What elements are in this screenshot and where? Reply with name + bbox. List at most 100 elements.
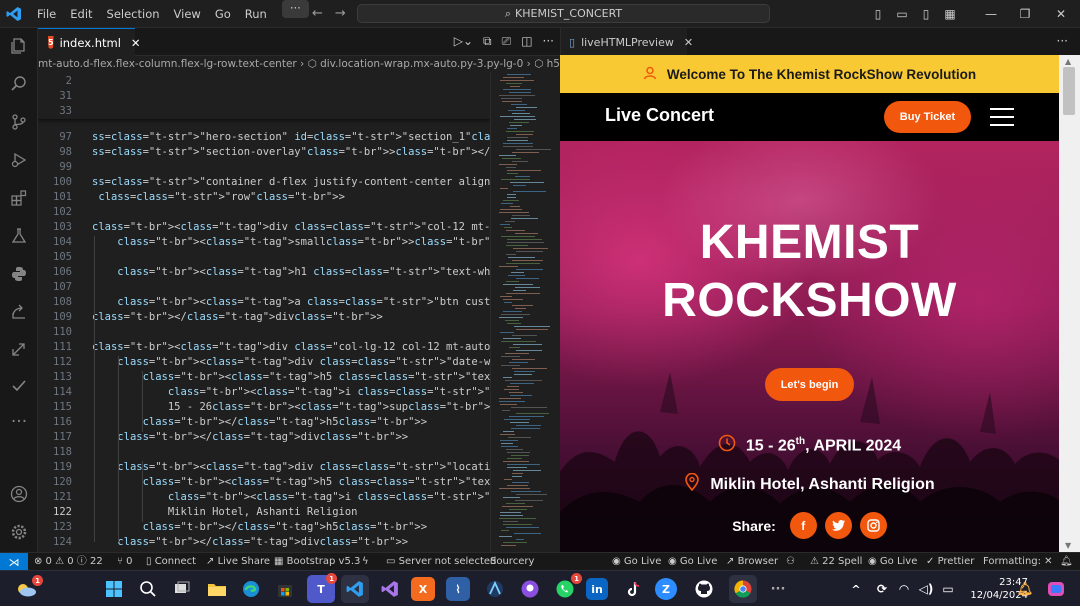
twitter-icon[interactable] [824, 512, 852, 539]
buy-ticket-button[interactable]: Buy Ticket [884, 101, 971, 133]
sync-icon[interactable]: ⟳ [871, 575, 893, 603]
connect-status[interactable]: ▯ Connect [146, 553, 196, 571]
command-center-search[interactable]: ⌕ KHEMIST_CONCERT [357, 4, 770, 23]
copilot-icon[interactable]: ⚇ [786, 553, 795, 571]
scroll-down-arrow-icon[interactable]: ▼ [1065, 541, 1071, 550]
nav-back-icon[interactable]: ← [312, 6, 323, 21]
checkmark-icon[interactable] [0, 370, 38, 402]
whatsapp-icon[interactable]: 1 [551, 573, 582, 603]
notification-bell-icon[interactable]: 🔔︎ [1014, 575, 1036, 603]
xampp-icon[interactable]: X [411, 577, 435, 601]
open-preview-icon[interactable]: ⧉ [483, 34, 492, 49]
teams-icon[interactable]: T 1 [307, 573, 337, 603]
customize-layout-icon[interactable]: ▦ [940, 7, 960, 21]
toggle-secondary-sidebar-icon[interactable]: ▯ [916, 7, 936, 21]
menu-run[interactable]: Run [238, 0, 274, 28]
tab-close-icon[interactable]: ✕ [684, 36, 693, 49]
extensions-icon[interactable] [0, 182, 38, 214]
source-control-icon[interactable] [0, 106, 38, 138]
toggle-preview-icon[interactable]: ⎚ [502, 34, 512, 49]
edge-browser-icon[interactable] [237, 575, 265, 603]
close-window-icon[interactable]: ✕ [1042, 7, 1080, 21]
tab-close-icon[interactable]: ✕ [131, 36, 141, 50]
testing-flask-icon[interactable] [0, 220, 38, 252]
remote-explorer-icon[interactable] [0, 334, 38, 366]
menu-go[interactable]: Go [208, 0, 238, 28]
bootstrap-status[interactable]: ▦ Bootstrap v5.3 [274, 553, 360, 571]
run-preview-icon[interactable]: ▷⌄ [454, 34, 473, 49]
toggle-panel-icon[interactable]: ▭ [892, 7, 912, 21]
go-live-status-3[interactable]: ◉ Go Live [868, 553, 917, 571]
preview-scrollbar[interactable]: ▲ ▼ [1059, 55, 1080, 552]
taskbar-search-icon[interactable] [134, 575, 162, 603]
visual-studio-icon[interactable] [376, 575, 404, 603]
instagram-icon[interactable] [859, 512, 887, 539]
show-hidden-icons-chevron-icon[interactable]: ^ [845, 575, 867, 603]
taskbar-overflow-icon[interactable]: ··· [764, 575, 792, 603]
menu-file[interactable]: File [30, 0, 63, 28]
weather-widget-icon[interactable]: 1 [12, 575, 43, 603]
more-views-icon[interactable]: ··· [0, 406, 38, 438]
spell-status[interactable]: ⚠ 22 Spell [810, 553, 862, 571]
sticky-scroll-header[interactable]: 2 31 33 [38, 72, 490, 119]
tab-live-html-preview[interactable]: ▯ liveHTMLPreview ✕ [561, 28, 693, 56]
copilot-taskbar-icon[interactable] [1042, 575, 1070, 603]
search-sidebar-icon[interactable] [0, 68, 38, 100]
chrome-icon[interactable] [729, 575, 757, 603]
hamburger-menu-icon[interactable] [990, 108, 1014, 132]
toggle-primary-sidebar-icon[interactable]: ▯ [868, 7, 888, 21]
editor-more-actions-icon[interactable]: ··· [543, 34, 554, 49]
wifi-icon[interactable]: ◠ [893, 575, 915, 603]
server-status[interactable]: ▭ Server not selected [386, 553, 496, 571]
battery-icon[interactable]: ▭ [937, 575, 959, 603]
store-icon[interactable] [271, 575, 299, 603]
scrollbar-thumb[interactable] [1063, 67, 1075, 115]
maximize-icon[interactable]: ❐ [1008, 7, 1042, 21]
scroll-up-arrow-icon[interactable]: ▲ [1065, 57, 1071, 66]
windows-start-icon[interactable] [100, 575, 128, 603]
file-explorer-icon[interactable] [203, 575, 231, 603]
sourcery-status[interactable]: Sourcery [490, 553, 534, 571]
task-view-icon[interactable] [168, 575, 196, 603]
zoom-icon[interactable]: Z [655, 578, 677, 600]
explorer-icon[interactable] [0, 30, 38, 62]
github-desktop-icon[interactable] [516, 575, 544, 603]
accounts-icon[interactable] [0, 478, 38, 510]
breadcrumb[interactable]: mt-auto.d-flex.flex-column.flex-lg-row.t… [38, 56, 560, 72]
split-editor-icon[interactable]: ◫ [521, 34, 532, 49]
live-share-status[interactable]: ↗ Live Share [206, 553, 270, 571]
tiktok-icon[interactable] [620, 575, 648, 603]
android-studio-icon[interactable] [481, 575, 509, 603]
linkedin-icon[interactable]: in [586, 578, 608, 600]
vscode-taskbar-icon[interactable] [341, 575, 369, 603]
problems-count[interactable]: ⊗ 0 ⚠ 0 ⓘ 22 [34, 553, 103, 571]
volume-icon[interactable]: ◁) [915, 575, 937, 603]
notifications-bell-icon[interactable]: 🔔︎ [1060, 553, 1073, 571]
mysql-workbench-icon[interactable]: ⌇ [446, 577, 470, 601]
ports-count[interactable]: ⑂ 0 [117, 553, 133, 571]
run-debug-icon[interactable] [0, 144, 38, 176]
formatting-status[interactable]: Formatting: ✕ [983, 553, 1053, 571]
lets-begin-button[interactable]: Let's begin [765, 368, 854, 401]
go-live-status-2[interactable]: ◉ Go Live [668, 553, 717, 571]
python-icon[interactable] [0, 258, 38, 290]
menu-view[interactable]: View [167, 0, 208, 28]
github-icon[interactable] [690, 575, 718, 603]
site-brand[interactable]: Live Concert [605, 105, 714, 126]
manage-gear-icon[interactable] [0, 516, 38, 548]
nav-forward-icon[interactable]: → [335, 6, 346, 21]
lightning-icon[interactable]: ϟ [362, 553, 369, 571]
facebook-icon[interactable]: f [789, 512, 817, 539]
menu-selection[interactable]: Selection [100, 0, 167, 28]
prettier-status[interactable]: ✓ Prettier [926, 553, 974, 571]
code-editor[interactable]: 2 31 33 97 ss=class="t-str">"hero-section… [38, 72, 490, 552]
minimize-icon[interactable]: — [974, 7, 1008, 21]
remote-indicator-icon[interactable]: ⋊ [0, 553, 28, 571]
live-share-icon[interactable] [0, 296, 38, 328]
browser-status[interactable]: ↗ Browser [726, 553, 778, 571]
minimap[interactable] [490, 72, 560, 552]
menu-edit[interactable]: Edit [63, 0, 99, 28]
tab-index-html[interactable]: 5 index.html ✕ [38, 28, 141, 56]
menu-more-button[interactable]: ··· [281, 0, 309, 18]
preview-more-actions-icon[interactable]: ··· [1057, 34, 1068, 48]
